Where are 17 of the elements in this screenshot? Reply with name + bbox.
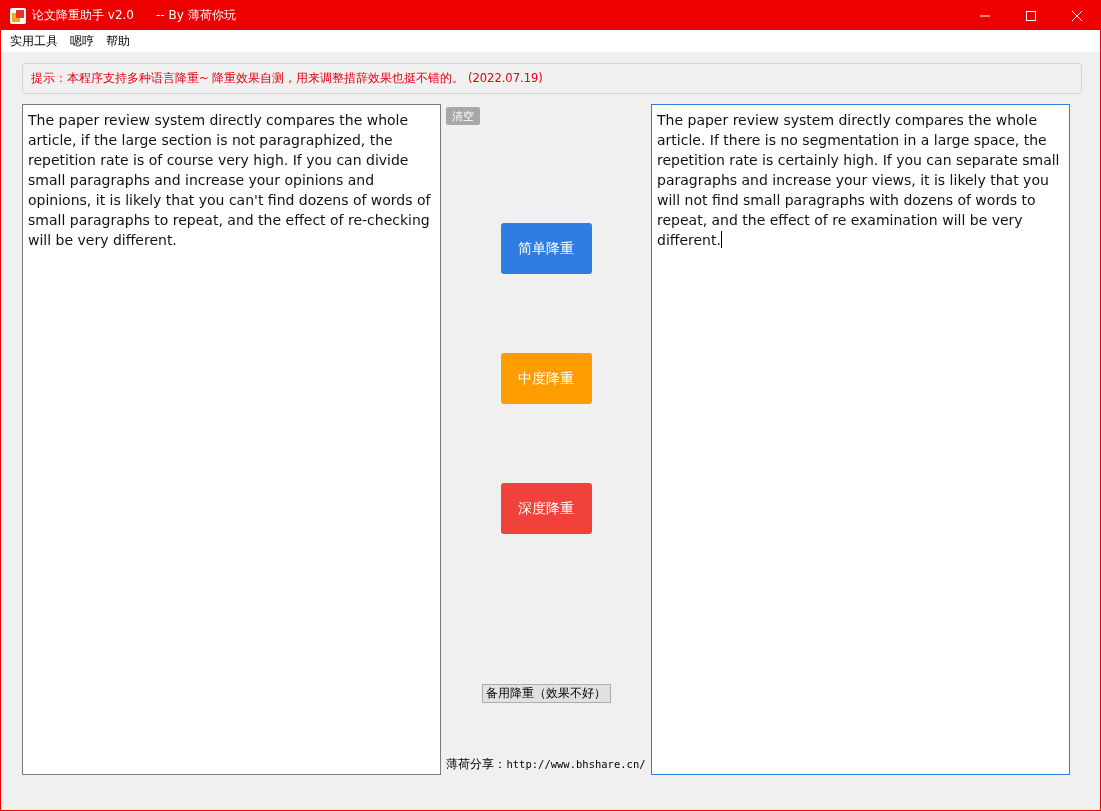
app-icon — [10, 7, 26, 24]
menu-item[interactable]: 实用工具 — [5, 32, 63, 50]
maximize-icon — [1026, 10, 1036, 21]
notice-text: 提示：本程序支持多种语言降重~ 降重效果自测，用来调整措辞效果也挺不错的。 (2022.07.19) — [22, 63, 1082, 94]
output-text-area[interactable]: The paper review system directly compares the whole article. If there is no segmentation in a large space, the repetition rate is certainly high. If you can separate small paragraphs and increase your views, it is likely that you will not find small paragraphs with dozens of words to repeat, and the effect of re examination will be very different. — [651, 104, 1070, 775]
rewrite-button[interactable]: 简单降重 — [500, 223, 592, 274]
share-label: 薄荷分享： — [446, 756, 507, 773]
backup-rewrite-button[interactable]: 备用降重（效果不好） — [481, 684, 611, 703]
rewrite-button[interactable]: 深度降重 — [500, 483, 592, 534]
menu-item[interactable]: 帮助 — [101, 32, 135, 50]
input-text-area[interactable]: The paper review system directly compares the whole article, if the large section is not paragraphized, the repetition rate is of course very high. If you can divide small paragraphs and increase your opinions and opinions, it is likely that you can't find dozens of words of small paragraphs to repeat, and the effect of re-checking will be very different. — [22, 104, 441, 775]
menu-item[interactable]: 嗯哼 — [65, 32, 99, 50]
window-subtitle: -- By 薄荷你玩 — [156, 7, 236, 24]
text-caret — [720, 231, 722, 248]
share-link[interactable]: http://www.bhshare.cn/ — [506, 758, 646, 770]
close-icon — [1072, 10, 1082, 21]
window-title: 论文降重助手 v2.0 — [32, 7, 134, 24]
